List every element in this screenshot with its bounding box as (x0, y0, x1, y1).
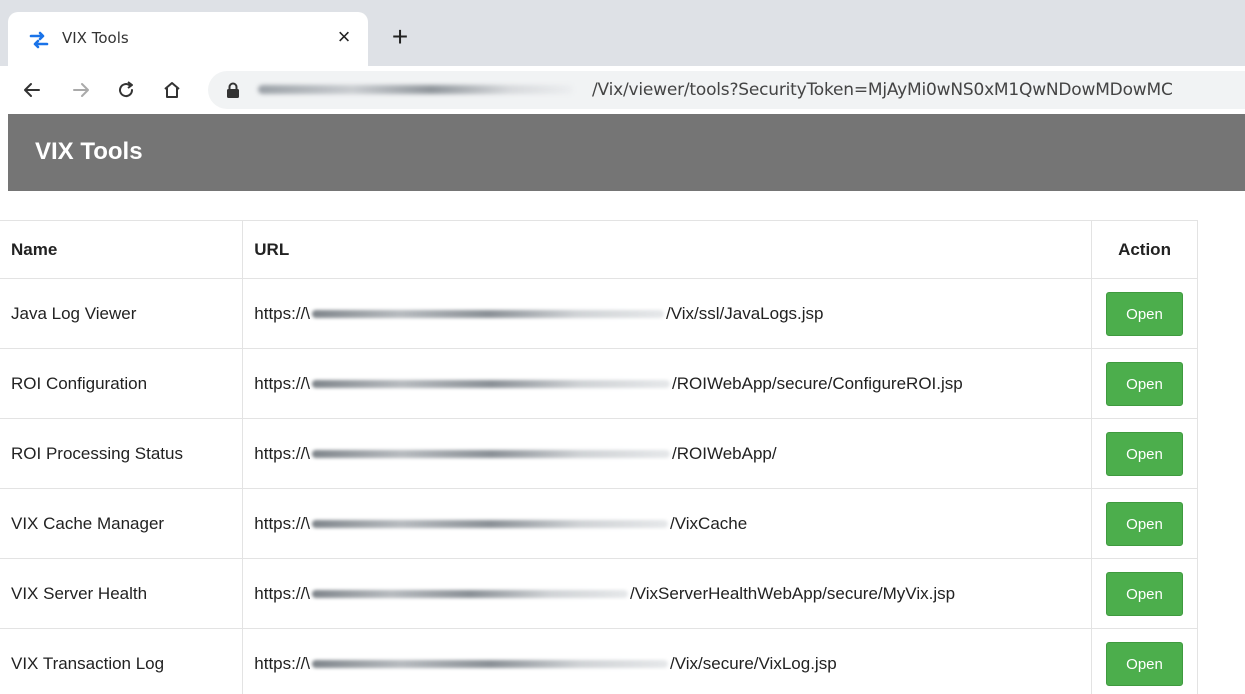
tools-table: Name URL Action Java Log Viewer https://… (0, 220, 1198, 694)
redacted-host (312, 310, 665, 319)
redacted-host (312, 450, 671, 459)
url-path: /ROIWebApp/ (672, 443, 777, 463)
close-tab-icon[interactable]: × (331, 24, 357, 50)
table-row: VIX Transaction Log https://\ /Vix/secure… (0, 628, 1198, 694)
browser-tab-vix-tools[interactable]: VIX Tools × (8, 12, 368, 66)
tool-name: Java Log Viewer (0, 278, 244, 349)
new-tab-button[interactable]: + (384, 22, 416, 54)
tool-name: VIX Cache Manager (0, 488, 244, 559)
open-button[interactable]: Open (1106, 641, 1184, 686)
table-row: VIX Cache Manager https://\ /VixCache Ope… (0, 488, 1198, 559)
column-header-url: URL (242, 220, 1093, 279)
tab-title: VIX Tools (62, 29, 129, 47)
url-path: /Vix/secure/VixLog.jsp (670, 653, 837, 673)
table-row: Java Log Viewer https://\ /Vix/ssl/JavaLo… (0, 278, 1198, 349)
column-header-name: Name (0, 220, 244, 279)
tool-name: VIX Server Health (0, 558, 244, 629)
url-prefix: https://\ (254, 373, 311, 393)
back-arrow-icon[interactable] (18, 76, 46, 104)
address-bar[interactable]: /Vix/viewer/tools?SecurityToken=MjAyMi0w… (208, 71, 1245, 109)
table-row: ROI Configuration https://\ /ROIWebApp/se… (0, 348, 1198, 419)
home-icon[interactable] (158, 76, 186, 104)
redacted-host (312, 590, 629, 599)
url-prefix: https://\ (254, 513, 311, 533)
url-path: /VixServerHealthWebApp/secure/MyVix.jsp (630, 583, 956, 603)
url-prefix: https://\ (254, 583, 311, 603)
tool-url: https://\ /Vix/ssl/JavaLogs.jsp (242, 278, 1093, 349)
column-header-action: Action (1091, 220, 1198, 279)
table-row: VIX Server Health https://\ /VixServerHea… (0, 558, 1198, 629)
forward-arrow-icon[interactable] (67, 76, 95, 104)
page-header: VIX Tools (8, 114, 1245, 191)
open-button[interactable]: Open (1106, 571, 1184, 616)
open-button[interactable]: Open (1106, 361, 1184, 406)
tool-url: https://\ /Vix/secure/VixLog.jsp (242, 628, 1093, 694)
browser-tab-strip: VIX Tools × + (0, 0, 1245, 66)
url-path: /ROIWebApp/secure/ConfigureROI.jsp (672, 373, 963, 393)
page-title: VIX Tools (35, 138, 143, 165)
tool-url: https://\ /VixServerHealthWebApp/secure/M… (242, 558, 1093, 629)
url-path: /VixCache (670, 513, 748, 533)
tool-name: ROI Processing Status (0, 418, 244, 489)
redacted-host (312, 660, 669, 669)
redacted-host (312, 380, 671, 389)
open-button[interactable]: Open (1106, 431, 1184, 476)
redacted-host (258, 85, 573, 94)
swap-arrows-icon (29, 31, 49, 49)
url-prefix: https://\ (254, 303, 311, 323)
redacted-host (312, 520, 669, 529)
url-path: /Vix/ssl/JavaLogs.jsp (666, 303, 824, 323)
reload-icon[interactable] (112, 76, 140, 104)
tool-url: https://\ /ROIWebApp/secure/ConfigureROI.… (242, 348, 1093, 419)
url-prefix: https://\ (254, 653, 311, 673)
table-row: ROI Processing Status https://\ /ROIWebAp… (0, 418, 1198, 489)
table-header-row: Name URL Action (0, 220, 1198, 279)
tool-name: VIX Transaction Log (0, 628, 244, 694)
open-button[interactable]: Open (1106, 291, 1184, 336)
browser-toolbar: /Vix/viewer/tools?SecurityToken=MjAyMi0w… (0, 66, 1245, 114)
tool-url: https://\ /ROIWebApp/ (242, 418, 1093, 489)
address-url: /Vix/viewer/tools?SecurityToken=MjAyMi0w… (592, 80, 1173, 100)
tool-name: ROI Configuration (0, 348, 244, 419)
url-prefix: https://\ (254, 443, 311, 463)
open-button[interactable]: Open (1106, 501, 1184, 546)
lock-icon (227, 82, 239, 98)
tool-url: https://\ /VixCache (242, 488, 1093, 559)
